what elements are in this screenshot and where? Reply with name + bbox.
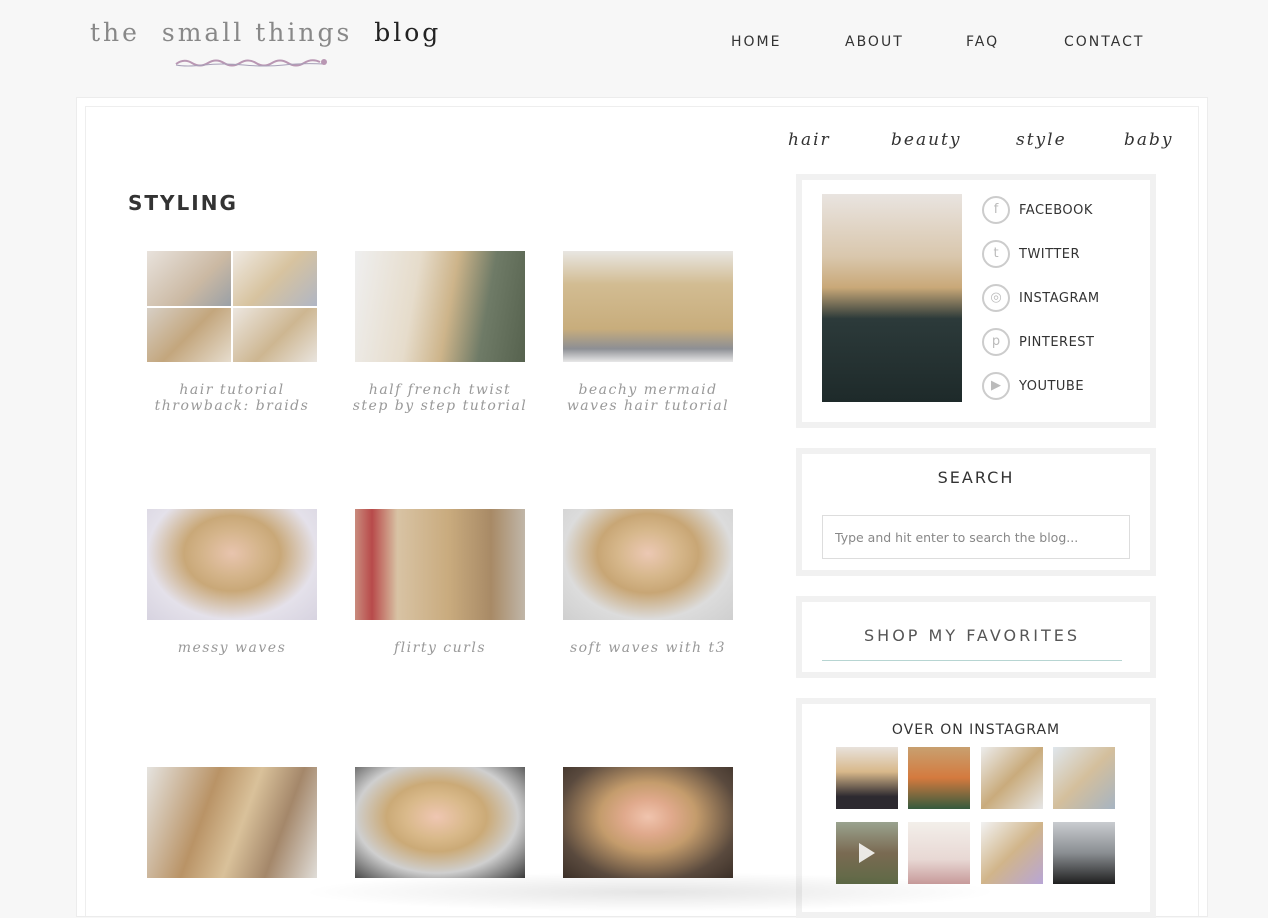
site-logo[interactable]: the small things blog [90,18,450,73]
instagram-widget: OVER ON INSTAGRAM [796,698,1156,918]
shop-divider [822,660,1122,661]
post-title[interactable]: soft waves with t3 [553,640,743,656]
category-baby[interactable]: baby [1124,130,1174,150]
category-hair[interactable]: hair [788,130,831,150]
search-title: SEARCH [937,468,1015,487]
instagram-photo[interactable] [1053,747,1115,809]
instagram-photo[interactable] [981,822,1043,884]
nav-contact[interactable]: CONTACT [1064,34,1144,50]
instagram-photo[interactable] [1053,822,1115,884]
facebook-icon: f [982,196,1010,224]
logo-squiggle-icon [175,59,327,67]
social-label: YOUTUBE [1019,379,1085,394]
nav-about[interactable]: ABOUT [845,34,904,50]
youtube-icon: ▶ [982,372,1010,400]
post-title[interactable]: messy waves [137,640,327,656]
post-thumbnail[interactable] [355,767,525,878]
category-beauty[interactable]: beauty [891,130,961,150]
shop-favorites-link[interactable]: SHOP MY FAVORITES [822,626,1122,645]
post-thumbnail[interactable] [147,509,317,620]
profile-widget: f FACEBOOK t TWITTER ◎ INSTAGRAM p PINTE… [796,174,1156,428]
instagram-photo[interactable] [981,747,1043,809]
post-thumbnail[interactable] [563,509,733,620]
post-thumbnail[interactable] [147,251,317,362]
pinterest-icon: p [982,328,1010,356]
nav-home[interactable]: HOME [731,34,781,50]
social-facebook[interactable]: f FACEBOOK [982,196,1152,228]
social-label: TWITTER [1019,247,1081,262]
instagram-photo[interactable] [908,747,970,809]
post-card[interactable]: soft waves with t3 [563,509,733,656]
category-style[interactable]: style [1016,130,1067,150]
social-youtube[interactable]: ▶ YOUTUBE [982,372,1152,404]
post-card[interactable]: flirty curls [355,509,525,656]
search-input[interactable] [822,515,1130,559]
instagram-video[interactable] [836,822,898,884]
shop-widget: SHOP MY FAVORITES [796,596,1156,678]
social-pinterest[interactable]: p PINTEREST [982,328,1152,360]
search-widget: SEARCH [796,448,1156,576]
category-navigation: hair beauty style baby [0,130,1268,152]
post-thumbnail[interactable] [355,509,525,620]
post-card[interactable]: hair tutorial throwback: braids [147,251,317,414]
post-card[interactable]: beachy mermaid waves hair tutorial [563,251,733,414]
instagram-title: OVER ON INSTAGRAM [891,722,1061,738]
site-header: the small things blog HOME ABOUT FAQ CON… [0,0,1268,98]
nav-faq[interactable]: FAQ [966,34,999,50]
post-thumbnail[interactable] [563,767,733,878]
social-instagram[interactable]: ◎ INSTAGRAM [982,284,1152,316]
social-twitter[interactable]: t TWITTER [982,240,1152,272]
logo-word-small-things: small things [161,18,353,47]
post-card[interactable]: half french twist step by step tutorial [353,251,526,414]
social-label: PINTEREST [1019,335,1095,350]
post-title[interactable]: beachy mermaid waves hair tutorial [553,382,743,414]
social-label: FACEBOOK [1019,203,1093,218]
instagram-photo[interactable] [908,822,970,884]
post-card[interactable] [355,767,525,898]
profile-photo [822,194,962,402]
social-label: INSTAGRAM [1019,291,1100,306]
post-card[interactable] [563,767,733,898]
play-icon [859,843,875,863]
post-thumbnail[interactable] [355,251,525,362]
post-card[interactable] [147,767,317,898]
instagram-photo[interactable] [836,747,898,809]
post-title[interactable]: hair tutorial throwback: braids [137,382,327,414]
post-thumbnail[interactable] [147,767,317,878]
logo-word-blog: blog [374,18,442,47]
post-card[interactable]: messy waves [147,509,317,656]
instagram-icon: ◎ [982,284,1010,312]
post-title[interactable]: flirty curls [345,640,535,656]
post-thumbnail[interactable] [563,251,733,362]
logo-word-the: the [90,18,140,47]
post-title[interactable]: half french twist step by step tutorial [345,382,535,414]
page-title: STYLING [128,191,238,215]
twitter-icon: t [982,240,1010,268]
